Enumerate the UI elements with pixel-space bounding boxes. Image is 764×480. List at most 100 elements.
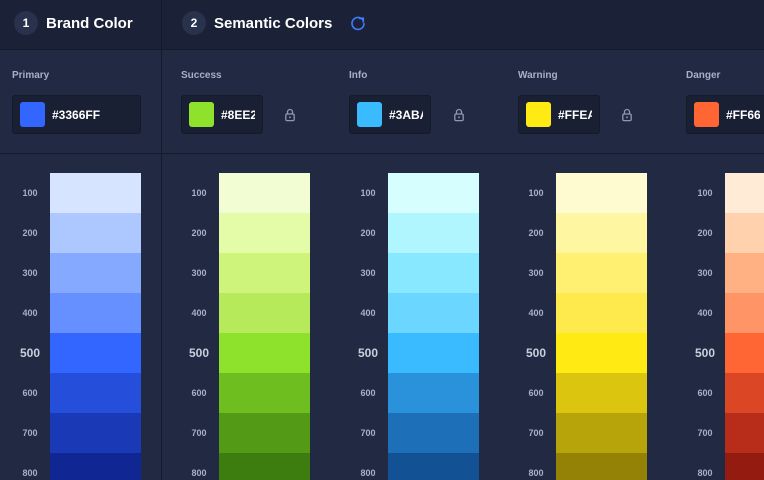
warning-shade-700[interactable] bbox=[556, 413, 647, 453]
success-shade-600[interactable] bbox=[219, 373, 310, 413]
shade-label: 600 bbox=[191, 388, 207, 398]
color-picker-row: Primary #3366FF Success #8EE22B Info #3A… bbox=[0, 50, 764, 154]
warning-shade-300[interactable] bbox=[556, 253, 647, 293]
semantic-colors-step: 2 Semantic Colors bbox=[182, 11, 366, 35]
danger-shade-200[interactable] bbox=[725, 213, 764, 253]
primary-color-input[interactable]: #3366FF bbox=[12, 95, 141, 134]
success-label: Success bbox=[181, 70, 222, 81]
shade-label: 800 bbox=[697, 468, 713, 478]
shade-label: 600 bbox=[528, 388, 544, 398]
success-shade-300[interactable] bbox=[219, 253, 310, 293]
brand-color-step: 1 Brand Color bbox=[14, 11, 133, 35]
info-shade-600[interactable] bbox=[388, 373, 479, 413]
primary-swatch[interactable] bbox=[20, 102, 45, 127]
success-shade-200[interactable] bbox=[219, 213, 310, 253]
shade-label: 500 bbox=[19, 346, 41, 360]
step-number-badge: 1 bbox=[14, 11, 38, 35]
shade-label: 300 bbox=[22, 268, 38, 278]
info-shade-300[interactable] bbox=[388, 253, 479, 293]
brand-color-title: Brand Color bbox=[46, 14, 133, 32]
info-shade-500[interactable] bbox=[388, 333, 479, 373]
danger-shade-800[interactable] bbox=[725, 453, 764, 480]
success-swatch[interactable] bbox=[189, 102, 214, 127]
shade-label: 400 bbox=[697, 308, 713, 318]
shade-label: 100 bbox=[22, 188, 38, 198]
primary-shade-200[interactable] bbox=[50, 213, 141, 253]
shade-label: 200 bbox=[191, 228, 207, 238]
shade-label: 700 bbox=[360, 428, 376, 438]
shade-label: 200 bbox=[360, 228, 376, 238]
danger-swatch[interactable] bbox=[694, 102, 719, 127]
primary-shade-400[interactable] bbox=[50, 293, 141, 333]
shade-label: 500 bbox=[188, 346, 210, 360]
primary-shade-600[interactable] bbox=[50, 373, 141, 413]
shade-label: 200 bbox=[697, 228, 713, 238]
shade-label: 700 bbox=[22, 428, 38, 438]
primary-shade-100[interactable] bbox=[50, 173, 141, 213]
success-color-input[interactable]: #8EE22B bbox=[181, 95, 263, 134]
info-shade-200[interactable] bbox=[388, 213, 479, 253]
danger-shade-500[interactable] bbox=[725, 333, 764, 373]
danger-label: Danger bbox=[686, 70, 721, 81]
shade-label: 700 bbox=[191, 428, 207, 438]
shade-label: 800 bbox=[360, 468, 376, 478]
shade-label: 300 bbox=[191, 268, 207, 278]
info-shade-400[interactable] bbox=[388, 293, 479, 333]
shade-label: 800 bbox=[528, 468, 544, 478]
danger-shade-400[interactable] bbox=[725, 293, 764, 333]
success-shade-400[interactable] bbox=[219, 293, 310, 333]
shade-label: 400 bbox=[22, 308, 38, 318]
danger-shade-700[interactable] bbox=[725, 413, 764, 453]
shade-label: 700 bbox=[697, 428, 713, 438]
shade-label: 200 bbox=[22, 228, 38, 238]
info-hex-value[interactable]: #3ABAFF bbox=[389, 108, 423, 122]
warning-shade-100[interactable] bbox=[556, 173, 647, 213]
primary-shade-300[interactable] bbox=[50, 253, 141, 293]
success-shade-700[interactable] bbox=[219, 413, 310, 453]
lock-icon[interactable] bbox=[621, 108, 633, 122]
shade-label: 300 bbox=[697, 268, 713, 278]
info-shade-800[interactable] bbox=[388, 453, 479, 480]
danger-color-input[interactable]: #FF6633 bbox=[686, 95, 764, 134]
warning-color-input[interactable]: #FFEA13 bbox=[518, 95, 600, 134]
shade-label: 100 bbox=[697, 188, 713, 198]
info-shade-700[interactable] bbox=[388, 413, 479, 453]
danger-shade-100[interactable] bbox=[725, 173, 764, 213]
shade-label: 500 bbox=[357, 346, 379, 360]
semantic-colors-title: Semantic Colors bbox=[214, 14, 333, 32]
lock-icon[interactable] bbox=[453, 108, 465, 122]
warning-shade-400[interactable] bbox=[556, 293, 647, 333]
danger-shade-600[interactable] bbox=[725, 373, 764, 413]
warning-shade-200[interactable] bbox=[556, 213, 647, 253]
primary-shade-800[interactable] bbox=[50, 453, 141, 480]
primary-shade-700[interactable] bbox=[50, 413, 141, 453]
warning-shade-600[interactable] bbox=[556, 373, 647, 413]
primary-hex-value[interactable]: #3366FF bbox=[52, 108, 100, 122]
info-color-input[interactable]: #3ABAFF bbox=[349, 95, 431, 134]
danger-hex-value[interactable]: #FF6633 bbox=[726, 108, 760, 122]
primary-label: Primary bbox=[12, 70, 50, 81]
shade-scales: 100 200 300 400 500 600 700 800 100 200 300 400 500… bbox=[0, 154, 764, 480]
info-shade-100[interactable] bbox=[388, 173, 479, 213]
warning-shade-500[interactable] bbox=[556, 333, 647, 373]
warning-label: Warning bbox=[518, 70, 558, 81]
warning-hex-value[interactable]: #FFEA13 bbox=[558, 108, 592, 122]
danger-shade-300[interactable] bbox=[725, 253, 764, 293]
success-hex-value[interactable]: #8EE22B bbox=[221, 108, 255, 122]
primary-shade-500[interactable] bbox=[50, 333, 141, 373]
shade-label: 100 bbox=[191, 188, 207, 198]
warning-shade-800[interactable] bbox=[556, 453, 647, 480]
success-shade-100[interactable] bbox=[219, 173, 310, 213]
info-label: Info bbox=[349, 70, 368, 81]
success-shade-500[interactable] bbox=[219, 333, 310, 373]
info-swatch[interactable] bbox=[357, 102, 382, 127]
shade-label: 500 bbox=[694, 346, 716, 360]
shade-label: 400 bbox=[528, 308, 544, 318]
shade-label: 300 bbox=[528, 268, 544, 278]
shade-label: 800 bbox=[191, 468, 207, 478]
refresh-icon[interactable] bbox=[350, 15, 366, 31]
shade-label: 800 bbox=[22, 468, 38, 478]
lock-icon[interactable] bbox=[284, 108, 296, 122]
success-shade-800[interactable] bbox=[219, 453, 310, 480]
warning-swatch[interactable] bbox=[526, 102, 551, 127]
